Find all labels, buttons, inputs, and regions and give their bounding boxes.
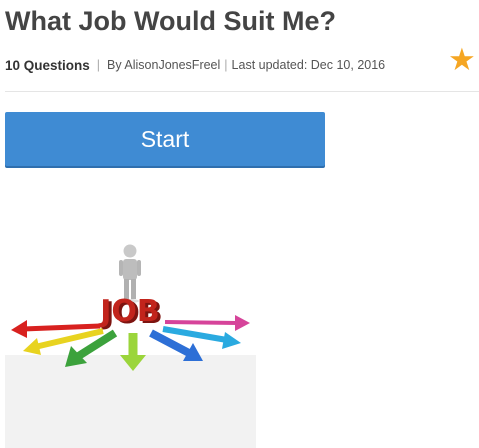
quiz-meta: 10 Questions | By AlisonJonesFreel | Las…	[5, 56, 385, 74]
quiz-title: What Job Would Suit Me?	[5, 6, 336, 36]
job-word-graphic: JOB JOB	[98, 294, 163, 331]
meta-separator: |	[96, 58, 101, 72]
meta-separator: |	[224, 58, 228, 72]
job-illustration: JOB JOB	[5, 244, 256, 448]
question-count: 10 Questions	[5, 57, 90, 73]
image-background	[5, 355, 256, 448]
divider	[5, 91, 479, 92]
quiz-page: What Job Would Suit Me? 10 Questions | B…	[0, 0, 479, 448]
star-icon[interactable]: ★	[448, 43, 476, 77]
author-link[interactable]: By AlisonJonesFreel	[107, 58, 220, 72]
svg-text:JOB: JOB	[98, 294, 160, 329]
quiz-image: JOB JOB	[5, 205, 256, 448]
last-updated: Last updated: Dec 10, 2016	[231, 58, 386, 72]
start-button[interactable]: Start	[5, 112, 325, 166]
